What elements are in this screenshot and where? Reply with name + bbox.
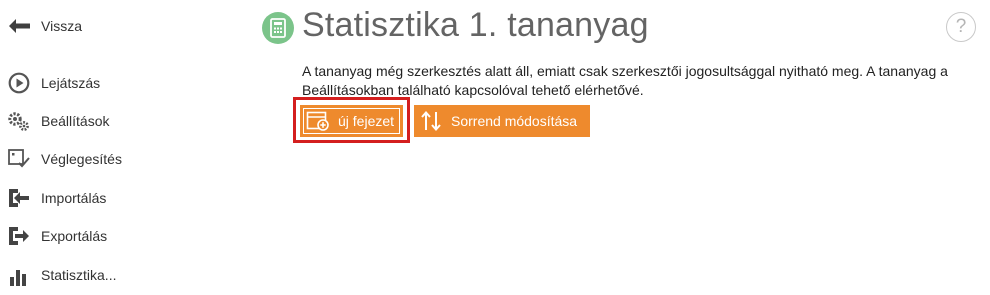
sidebar-item-exportalas[interactable]: Exportálás [6, 222, 107, 250]
bar-chart-icon [6, 264, 32, 286]
sidebar-item-label: Beállítások [41, 113, 110, 129]
new-chapter-button[interactable]: új fejezet [300, 105, 403, 137]
sidebar-item-label: Véglegesítés [41, 151, 122, 167]
help-button[interactable]: ? [946, 12, 976, 42]
sidebar-item-beallitasok[interactable]: Beállítások [6, 107, 109, 135]
sort-arrows-icon [419, 109, 443, 133]
arrow-left-icon [6, 15, 32, 37]
sidebar-item-statisztika[interactable]: Statisztika... [6, 261, 116, 289]
gears-icon [6, 110, 32, 132]
reorder-button[interactable]: Sorrend módosítása [414, 105, 590, 137]
back-label: Vissza [41, 18, 82, 34]
reorder-label: Sorrend módosítása [451, 113, 578, 129]
sidebar: Vissza Lejátszás Beállítások Véglegesíté… [0, 0, 240, 295]
add-chapter-icon [306, 111, 330, 131]
page-title: Statisztika 1. tananyag [302, 6, 649, 44]
draft-notice: A tananyag még szerkesztés alatt áll, em… [302, 63, 948, 98]
new-chapter-label: új fejezet [338, 113, 395, 129]
sidebar-item-label: Statisztika... [41, 267, 117, 283]
export-icon [6, 225, 32, 247]
import-icon [6, 187, 32, 209]
sidebar-item-label: Lejátszás [41, 75, 101, 91]
calculator-icon [262, 12, 294, 44]
finalize-icon [6, 148, 32, 170]
sidebar-item-label: Exportálás [41, 228, 108, 244]
sidebar-item-label: Importálás [41, 190, 107, 206]
play-circle-icon [6, 72, 32, 94]
sidebar-item-veglegesites[interactable]: Véglegesítés [6, 145, 122, 173]
sidebar-item-importalas[interactable]: Importálás [6, 184, 106, 212]
sidebar-item-lejatszas[interactable]: Lejátszás [6, 69, 100, 97]
back-link[interactable]: Vissza [6, 12, 82, 40]
